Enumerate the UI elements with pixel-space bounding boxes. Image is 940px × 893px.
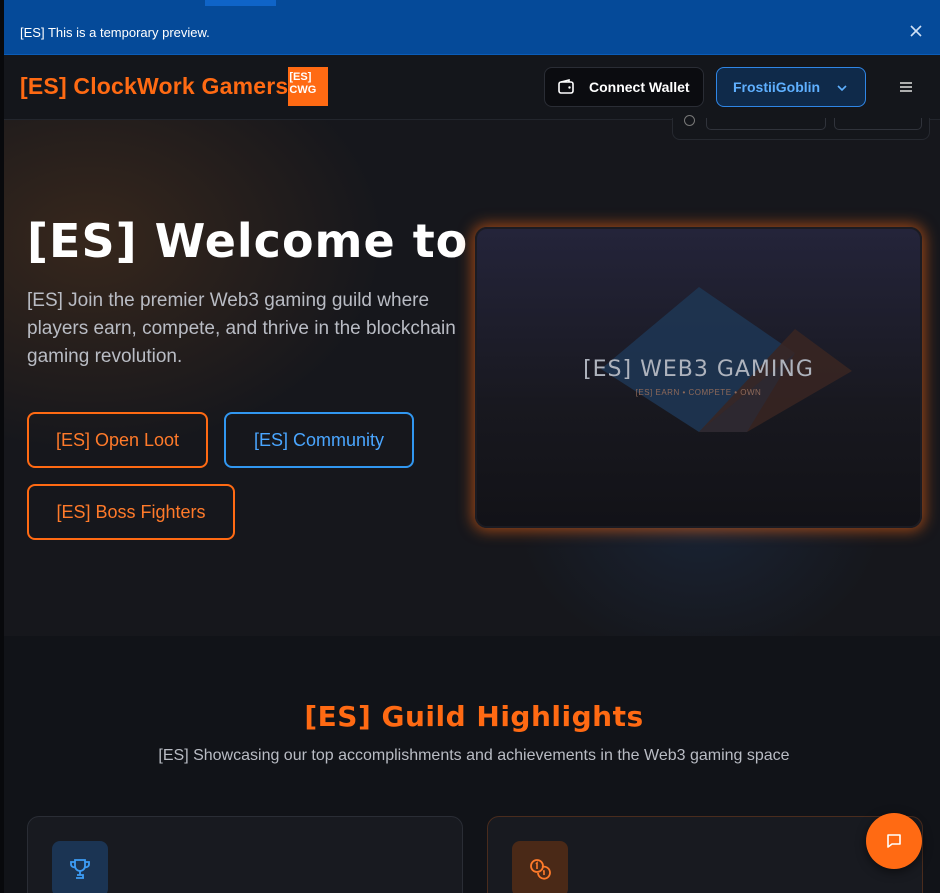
wallet-icon [558,78,574,94]
highlight-icon-box [512,841,568,893]
close-banner-button[interactable] [908,23,924,39]
hamburger-menu-icon [900,82,912,92]
community-label: [ES] Community [253,429,385,450]
highlight-icon-box [52,841,108,893]
close-icon [910,25,922,37]
preview-banner: [ES] This is a temporary preview. [0,0,940,55]
preview-banner-text: [ES] This is a temporary preview. [20,25,210,40]
card-tagline: [ES] EARN • COMPETE • OWN [635,388,762,397]
highlights-title: [ES] Guild Highlights [304,700,644,733]
highlights-subtitle: [ES] Showcasing our top accomplishments … [158,747,790,764]
chat-button[interactable] [866,813,922,869]
coins-icon [530,859,551,880]
community-button[interactable]: [ES] Community [224,412,414,468]
boss-fighters-button[interactable]: [ES] Boss Fighters [27,484,235,540]
boss-fighters-label: [ES] Boss Fighters [56,501,206,522]
site-header: [ES] ClockWork Gamers [ES] CWG Connect W… [0,55,940,120]
brand-logo[interactable]: [ES] ClockWork Gamers [ES] CWG [20,67,329,106]
banner-tab-nub [205,0,276,6]
hero-subtitle: [ES] Join the premier Web3 gaming guild … [27,290,456,367]
window-edge [0,0,4,893]
brand-title: [ES] ClockWork Gamers [20,73,289,99]
peek-field-b [834,118,922,130]
highlight-card [27,816,463,893]
card-title: [ES] WEB3 GAMING [583,357,814,382]
chevron-down-icon [837,85,847,92]
trophy-icon [70,859,90,879]
brand-badge-line2: CWG [289,84,317,96]
hero-image-card: [ES] WEB3 GAMING [ES] EARN • COMPETE • O… [475,227,922,528]
highlight-card [487,816,923,893]
highlights-section: [ES] Guild Highlights [ES] Showcasing ou… [0,636,940,893]
connect-wallet-label: Connect Wallet [589,79,690,95]
dropdown-panel-peek [672,115,930,140]
menu-button[interactable] [895,76,917,98]
open-loot-button[interactable]: [ES] Open Loot [27,412,208,468]
user-name: FrostiiGoblin [733,79,821,95]
user-dropdown[interactable]: FrostiiGoblin [716,67,866,107]
chat-bubble-icon [887,834,901,848]
hero-title: [ES] Welcome to [27,214,469,268]
globe-icon [684,115,695,126]
page-root: [ES] This is a temporary preview. [ES] C… [0,0,940,893]
open-loot-label: [ES] Open Loot [55,429,180,450]
peek-field-a [706,118,826,130]
brand-badge: [ES] CWG [288,67,329,106]
brand-badge-line1: [ES] [289,71,312,83]
connect-wallet-button[interactable]: Connect Wallet [544,67,704,107]
hero-section: [ES] Welcome to [ES] Join the premier We… [0,120,940,636]
